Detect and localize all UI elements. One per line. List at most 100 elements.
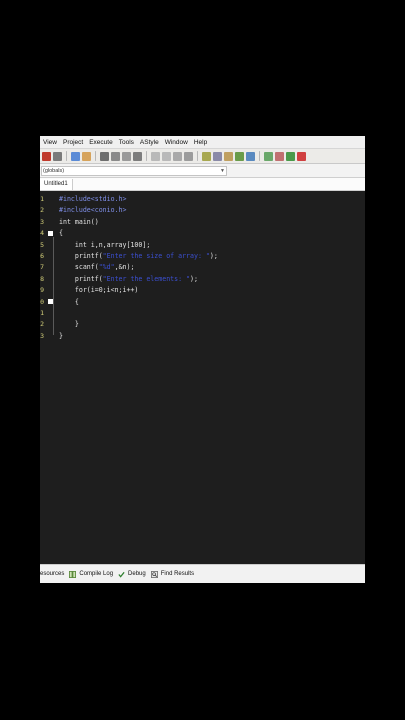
code-token: );: [209, 252, 218, 260]
menu-window[interactable]: Window: [162, 139, 191, 146]
line-number: 4: [40, 229, 44, 238]
window-icon[interactable]: [224, 151, 233, 161]
code-token: );: [190, 274, 198, 283]
nav-forward-icon[interactable]: [162, 151, 171, 161]
code-token: for(i=0;i<n;i++): [59, 286, 139, 295]
grid-icon[interactable]: [202, 151, 211, 161]
compile-log-label: Compile Log: [79, 571, 114, 577]
code-token: {: [59, 297, 79, 306]
scope-value: (globals): [43, 167, 65, 174]
bottom-panel-tabs: esources Compile Log Debug Find Results: [40, 564, 365, 583]
code-token: int main(): [59, 217, 99, 226]
find-results-tab[interactable]: Find Results: [150, 570, 195, 578]
code-token: ,&n);: [114, 263, 135, 272]
toolbar: [40, 148, 365, 164]
code-token: {: [59, 229, 63, 238]
find-icon: [150, 570, 158, 578]
find-results-label: Find Results: [160, 571, 195, 577]
string-literal: "Enter the size of array: ": [102, 252, 210, 260]
replace-icon[interactable]: [111, 151, 120, 161]
chevron-down-icon[interactable]: ▼: [220, 167, 225, 176]
compile-icon[interactable]: [235, 151, 244, 161]
menu-project[interactable]: Project: [60, 139, 86, 146]
debug-label: Debug: [128, 571, 146, 577]
code-line: printf("Enter the size of array: ");: [59, 251, 218, 262]
ide-window: View Project Execute Tools AStyle Window…: [40, 136, 365, 583]
code-line: {: [59, 297, 79, 308]
line-number: 5: [40, 240, 44, 249]
check-icon[interactable]: [264, 151, 273, 161]
menu-execute[interactable]: Execute: [86, 139, 116, 146]
line-number: 3: [40, 217, 44, 226]
toolbar-separator: [197, 151, 198, 161]
stop-icon[interactable]: [275, 151, 284, 161]
code-token: scanf(: [59, 263, 99, 272]
close-file-icon[interactable]: [42, 151, 51, 161]
toolbar-separator: [66, 151, 67, 161]
code-line: #include<conio.h>: [59, 205, 127, 216]
code-line: printf("Enter the elements: ");: [59, 274, 198, 285]
toolbar-separator: [95, 151, 96, 161]
line-number: 8: [40, 274, 44, 283]
debug-icon[interactable]: [297, 151, 306, 161]
window-icon[interactable]: [213, 151, 222, 161]
code-line: }: [59, 319, 79, 330]
goto-icon[interactable]: [122, 151, 131, 161]
compile-log-tab[interactable]: Compile Log: [69, 570, 114, 578]
print-icon[interactable]: [53, 151, 62, 161]
line-number: 6: [40, 252, 44, 260]
code-token: }: [59, 331, 63, 340]
line-number: 0: [40, 297, 44, 306]
run-icon[interactable]: [246, 151, 255, 161]
nav-back-icon[interactable]: [151, 151, 160, 161]
code-token: int i,n,array[100];: [59, 240, 151, 249]
code-line: {: [59, 228, 63, 239]
chart-icon[interactable]: [286, 151, 295, 161]
debug-tab[interactable]: Debug: [118, 571, 146, 578]
redo-icon[interactable]: [82, 151, 91, 161]
toggle-icon[interactable]: [173, 151, 182, 161]
line-number: 9: [40, 286, 44, 295]
fold-guide: [53, 237, 54, 335]
resources-tab[interactable]: esources: [40, 571, 64, 577]
editor-tab-bar: Untitled1: [40, 178, 365, 191]
line-number: 3: [40, 331, 44, 340]
check-icon: [118, 571, 125, 578]
preprocessor-directive: #include<stdio.h>: [59, 195, 127, 203]
undo-icon[interactable]: [71, 151, 80, 161]
scope-dropdown[interactable]: (globals) ▼: [41, 165, 227, 176]
grid-icon: [69, 570, 77, 578]
menu-bar: View Project Execute Tools AStyle Window…: [40, 136, 365, 148]
code-line: int main(): [59, 217, 99, 228]
menu-help[interactable]: Help: [191, 139, 210, 146]
line-number: 2: [40, 206, 44, 215]
string-literal: "Enter the elements: ": [102, 274, 191, 283]
string-literal: "%d": [98, 263, 115, 272]
code-line: for(i=0;i<n;i++): [59, 285, 139, 296]
find-icon[interactable]: [100, 151, 109, 161]
code-token: printf(: [59, 274, 103, 283]
code-line: #include<stdio.h>: [59, 194, 127, 205]
fold-marker-icon[interactable]: [48, 231, 53, 236]
scope-bar: (globals) ▼: [40, 164, 365, 178]
menu-tools[interactable]: Tools: [116, 139, 137, 146]
code-line: scanf("%d",&n);: [59, 262, 135, 273]
tab-untitled1[interactable]: Untitled1: [40, 179, 73, 190]
preprocessor-directive: #include<conio.h>: [59, 206, 127, 215]
code-editor[interactable]: 1 2 3 4 5 6 7 8 9 0 1 2 3 #include<stdio…: [40, 194, 365, 564]
line-number: 1: [40, 195, 44, 203]
line-number: 2: [40, 320, 44, 329]
indent-icon[interactable]: [133, 151, 142, 161]
toolbar-separator: [146, 151, 147, 161]
line-number-gutter: 1 2 3 4 5 6 7 8 9 0 1 2 3: [40, 194, 58, 564]
toolbar-separator: [259, 151, 260, 161]
code-token: }: [59, 320, 79, 329]
settings-icon[interactable]: [184, 151, 193, 161]
code-line: int i,n,array[100];: [59, 240, 150, 251]
menu-view[interactable]: View: [40, 139, 60, 146]
line-number: 7: [40, 263, 44, 272]
line-number: 1: [40, 309, 44, 317]
code-line: }: [59, 331, 63, 342]
menu-astyle[interactable]: AStyle: [137, 139, 162, 146]
resources-label: esources: [40, 571, 65, 577]
